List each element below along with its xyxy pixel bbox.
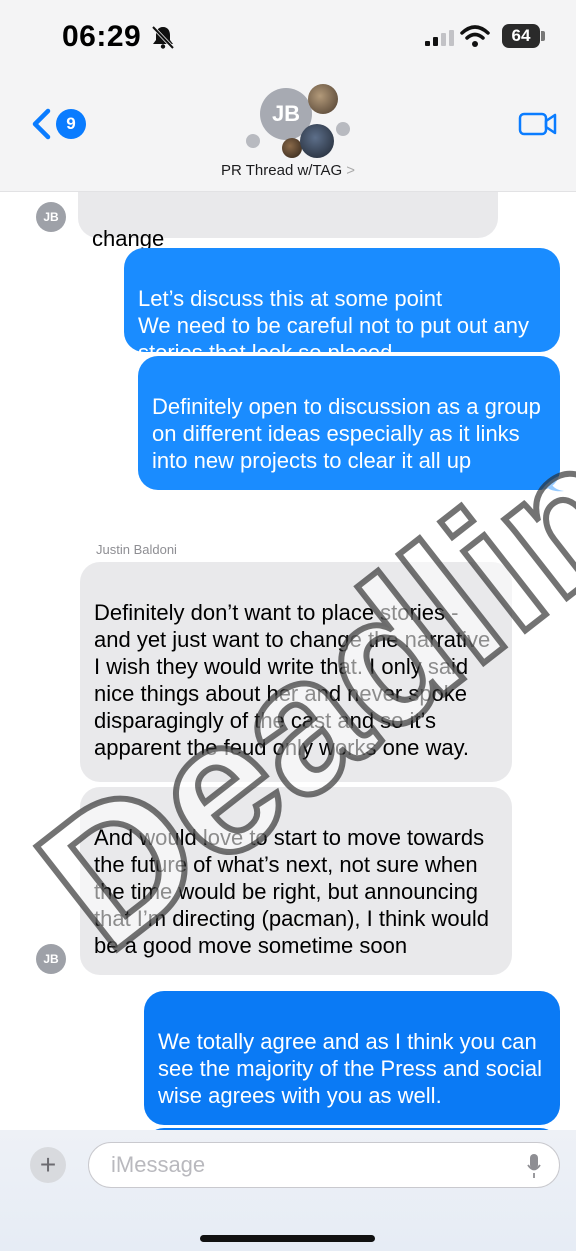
signal-icon (425, 30, 454, 46)
bubble-tail (548, 476, 564, 492)
add-attachment-button[interactable]: + (30, 1147, 66, 1183)
status-time: 06:29 (62, 20, 142, 53)
wifi-icon (460, 25, 490, 47)
battery-indicator: 64 (502, 24, 540, 48)
navigation-header: 06:29 64 9 JB PR Thread w/TAG > (0, 0, 576, 192)
message-bubble-incoming[interactable]: Definitely don’t want to place stories -… (80, 562, 512, 782)
avatar (308, 84, 338, 114)
avatar[interactable]: JB (36, 202, 66, 232)
avatar-initials: JB (43, 210, 59, 224)
avatar (336, 122, 350, 136)
back-chevron-icon (32, 108, 51, 140)
mic-icon[interactable] (527, 1154, 541, 1178)
message-bubble-incoming[interactable]: And would love to start to move towards … (80, 787, 512, 975)
avatar (300, 124, 334, 158)
message-bubble-outgoing[interactable]: Let’s discuss this at some point We need… (124, 248, 560, 365)
back-button[interactable]: 9 (30, 104, 90, 144)
battery-tip (541, 31, 545, 41)
message-text: We totally agree and as I think you can … (158, 1029, 542, 1108)
thread-title-text: PR Thread w/TAG (221, 162, 343, 179)
message-text: And would love to start to move towards … (94, 825, 489, 958)
home-indicator[interactable] (200, 1235, 375, 1242)
thread-title[interactable]: PR Thread w/TAG > (0, 162, 576, 179)
unread-count-badge: 9 (56, 109, 86, 139)
chevron-right-icon: > (346, 162, 355, 179)
video-camera-icon[interactable] (518, 110, 558, 138)
message-text: Definitely don’t want to place stories -… (94, 600, 491, 760)
message-input-placeholder: iMessage (111, 1152, 206, 1177)
avatar (246, 134, 260, 148)
avatar[interactable]: JB (36, 944, 66, 974)
avatar (282, 138, 302, 158)
message-input[interactable]: iMessage (88, 1142, 560, 1188)
message-text: Let’s discuss this at some point We need… (138, 286, 529, 365)
message-text: Definitely open to discussion as a group… (152, 394, 541, 473)
avatar-initials: JB (43, 952, 59, 966)
sender-name: Justin Baldoni (96, 542, 177, 557)
compose-bar: + iMessage (0, 1130, 576, 1251)
message-bubble-outgoing[interactable]: Definitely open to discussion as a group… (138, 356, 560, 490)
message-bubble-outgoing[interactable]: We totally agree and as I think you can … (144, 991, 560, 1125)
battery-level: 64 (511, 26, 531, 45)
avatar-initials: JB (271, 101, 301, 126)
group-avatar-cluster[interactable]: JB (240, 80, 350, 160)
bell-slash-icon (151, 25, 175, 50)
